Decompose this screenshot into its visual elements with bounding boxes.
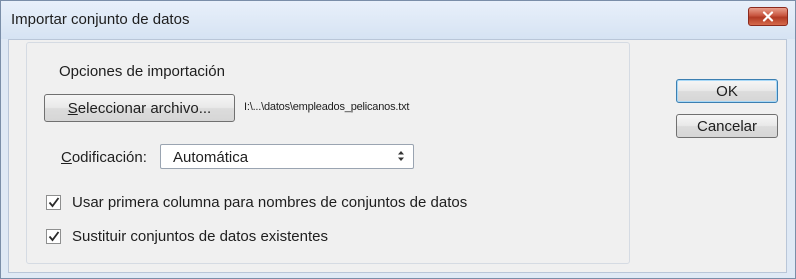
ok-button[interactable]: OK [676,79,778,103]
close-button[interactable] [748,7,788,26]
replace-existing-checkbox[interactable] [46,229,61,244]
dialog-title: Importar conjunto de datos [11,11,190,28]
updown-arrows-icon [398,151,404,161]
encoding-mnemonic: C [61,149,72,166]
select-file-label: eleccionar archivo... [77,99,212,117]
first-column-label: Usar primera columna para nombres de con… [72,194,468,211]
encoding-select-value: Automática [173,149,249,166]
replace-existing-label: Sustituir conjuntos de datos existentes [72,228,328,245]
cancel-button[interactable]: Cancelar [676,114,778,138]
first-column-checkbox[interactable] [46,195,61,210]
group-legend: Opciones de importación [54,63,230,80]
encoding-label-text: odificación: [71,149,147,166]
checkmark-icon [48,231,60,242]
file-path-text: I:\...\datos\empleados_pelicanos.txt [244,101,410,113]
encoding-label: Codificación: [61,149,147,166]
title-bar[interactable]: Importar conjunto de datos [1,1,795,39]
checkmark-icon [48,197,60,208]
close-icon [762,11,774,22]
select-file-button[interactable]: Seleccionar archivo... [44,94,235,122]
encoding-select[interactable]: Automática [160,144,414,169]
select-file-mnemonic: S [67,99,78,117]
